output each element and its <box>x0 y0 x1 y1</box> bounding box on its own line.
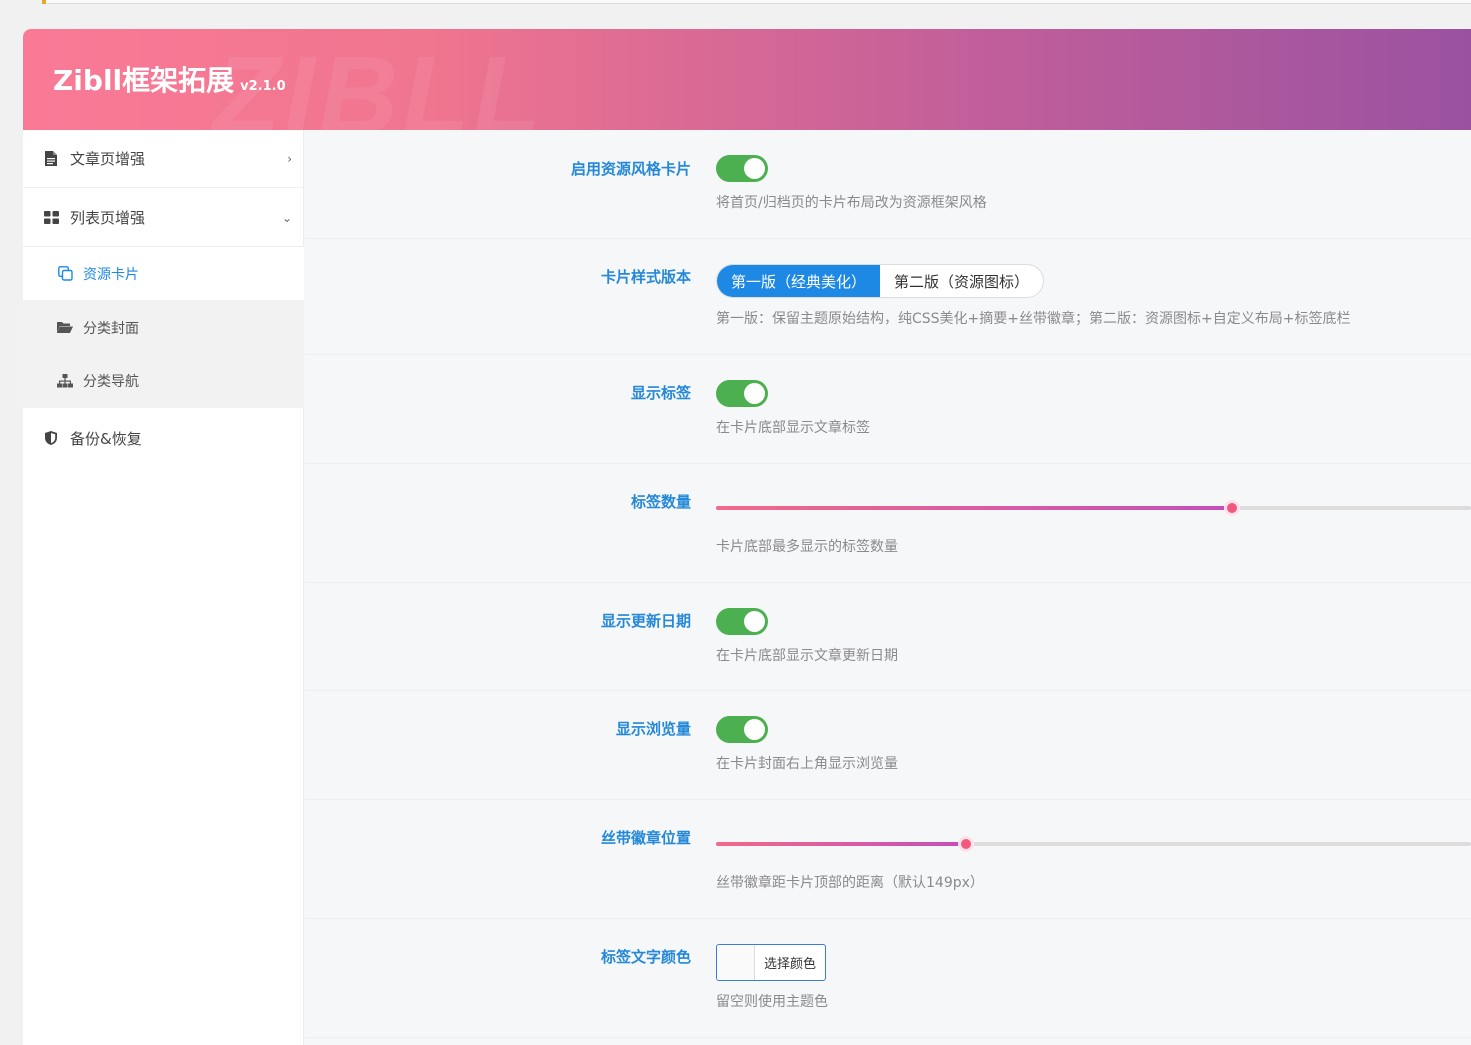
submenu-item-label: 分类封面 <box>83 320 139 337</box>
setting-row-tag-text-color: 标签文字颜色 选择颜色 留空则使用主题色 <box>305 920 1471 1038</box>
setting-description: 卡片底部最多显示的标签数量 <box>716 539 898 555</box>
select-color-button[interactable]: 选择颜色 <box>755 945 825 980</box>
setting-label: 显示更新日期 <box>600 612 691 630</box>
slider-fill <box>716 506 1232 510</box>
shield-icon <box>43 430 59 446</box>
slider-thumb[interactable] <box>957 836 974 852</box>
sidebar-item-article[interactable]: 文章页增强 › <box>23 130 304 188</box>
ribbon-position-slider[interactable] <box>716 836 1471 852</box>
submenu-item-label: 分类导航 <box>83 373 139 390</box>
setting-row-tag-count: 标签数量 卡片底部最多显示的标签数量 <box>305 465 1471 583</box>
show-update-date-toggle[interactable] <box>716 608 768 635</box>
top-bar <box>47 0 1471 4</box>
show-tags-toggle[interactable] <box>716 380 768 407</box>
setting-label: 启用资源风格卡片 <box>570 160 691 178</box>
setting-description: 在卡片底部显示文章更新日期 <box>716 648 898 664</box>
color-swatch[interactable] <box>717 945 755 980</box>
version-badge: v2.1.0 <box>240 79 286 94</box>
app-title: Zibll框架拓展 <box>53 64 235 97</box>
sidebar-item-label: 列表页增强 <box>70 209 146 227</box>
setting-description: 将首页/归档页的卡片布局改为资源框架风格 <box>716 195 987 211</box>
toggle-knob <box>744 611 765 632</box>
sidebar-item-list[interactable]: 列表页增强 ⌄ <box>23 189 304 247</box>
slider-thumb[interactable] <box>1223 500 1240 516</box>
setting-row-show-update-date: 显示更新日期 在卡片底部显示文章更新日期 <box>305 584 1471 691</box>
top-accent-mark <box>42 0 46 4</box>
toggle-knob <box>744 158 765 179</box>
card-style-option-v2[interactable]: 第二版（资源图标） <box>880 265 1043 297</box>
submenu-item-label: 资源卡片 <box>83 266 139 283</box>
sidebar: 文章页增强 › 列表页增强 ⌄ 资源卡片 分类封面 分类导航 备份&恢复 <box>23 130 304 1045</box>
chevron-down-icon: ⌄ <box>281 210 292 225</box>
setting-description: 留空则使用主题色 <box>716 994 828 1010</box>
sidebar-item-label: 备份&恢复 <box>70 429 142 448</box>
tag-color-picker[interactable]: 选择颜色 <box>716 944 826 981</box>
setting-description: 丝带徽章距卡片顶部的距离（默认149px） <box>716 875 984 891</box>
card-style-option-v1[interactable]: 第一版（经典美化） <box>717 265 881 297</box>
setting-label: 卡片样式版本 <box>600 268 691 286</box>
submenu: 资源卡片 分类封面 分类导航 <box>23 247 304 408</box>
setting-description: 在卡片底部显示文章标签 <box>716 420 870 436</box>
setting-row-card-style: 卡片样式版本 第一版（经典美化） 第二版（资源图标） 第一版：保留主题原始结构，… <box>305 240 1471 355</box>
setting-row-resource-card: 启用资源风格卡片 将首页/归档页的卡片布局改为资源框架风格 <box>305 130 1471 239</box>
settings-content: 启用资源风格卡片 将首页/归档页的卡片布局改为资源框架风格 卡片样式版本 第一版… <box>305 130 1471 1045</box>
toggle-knob <box>744 383 765 404</box>
tag-count-slider[interactable] <box>716 500 1471 516</box>
sidebar-item-label: 文章页增强 <box>70 150 146 168</box>
setting-row-ribbon-position: 丝带徽章位置 丝带徽章距卡片顶部的距离（默认149px） <box>305 801 1471 919</box>
page-title: Zibll框架拓展 v2.1.0 <box>53 59 286 99</box>
setting-row-show-tags: 显示标签 在卡片底部显示文章标签 <box>305 356 1471 464</box>
setting-label: 丝带徽章位置 <box>600 829 691 847</box>
setting-label: 标签文字颜色 <box>600 948 691 966</box>
setting-label: 显示浏览量 <box>615 720 691 738</box>
submenu-item-category-cover[interactable]: 分类封面 <box>23 301 304 354</box>
card-style-selector: 第一版（经典美化） 第二版（资源图标） <box>716 264 1045 298</box>
sidebar-item-backup[interactable]: 备份&恢复 <box>23 409 304 467</box>
grid-icon <box>43 210 59 226</box>
sitemap-icon <box>57 373 73 389</box>
folder-open-icon <box>57 320 73 336</box>
resource-card-toggle[interactable] <box>716 155 768 182</box>
setting-label: 显示标签 <box>630 384 691 402</box>
setting-description: 第一版：保留主题原始结构，纯CSS美化+摘要+丝带徽章；第二版：资源图标+自定义… <box>716 311 1351 327</box>
chevron-right-icon: › <box>287 151 292 166</box>
copy-icon <box>57 266 73 282</box>
setting-row-show-views: 显示浏览量 在卡片封面右上角显示浏览量 <box>305 692 1471 800</box>
document-icon <box>43 151 59 167</box>
setting-description: 在卡片封面右上角显示浏览量 <box>716 756 898 772</box>
setting-label: 标签数量 <box>630 493 691 511</box>
settings-panel: ZIBLL Zibll框架拓展 v2.1.0 文章页增强 › 列表页增强 ⌄ 资… <box>23 29 1471 1045</box>
show-views-toggle[interactable] <box>716 716 768 743</box>
submenu-item-category-nav[interactable]: 分类导航 <box>23 354 304 407</box>
toggle-knob <box>744 719 765 740</box>
slider-fill <box>716 842 966 846</box>
submenu-item-resource-card[interactable]: 资源卡片 <box>23 247 304 300</box>
header-banner: ZIBLL Zibll框架拓展 v2.1.0 <box>23 29 1471 130</box>
